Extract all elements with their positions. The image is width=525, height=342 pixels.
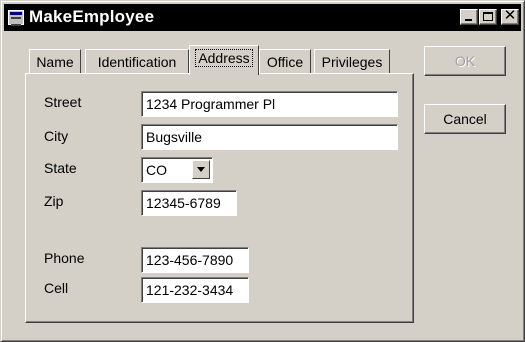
title-bar[interactable]: MakeEmployee ✕ [4,4,521,31]
city-label: City [44,128,69,144]
address-tab-panel: Street 1234 Programmer Pl City Bugsville… [25,73,414,323]
state-select-value: CO [146,162,167,178]
tab-privileges[interactable]: Privileges [314,49,390,74]
window-title: MakeEmployee [29,7,155,26]
cancel-button[interactable]: Cancel [424,104,506,134]
minimize-icon [465,19,472,21]
state-select[interactable]: CO [141,157,213,183]
tab-identification[interactable]: Identification [85,49,189,74]
minimize-button[interactable] [460,9,478,25]
close-icon: ✕ [503,7,517,24]
street-label: Street [44,94,82,110]
make-employee-window: MakeEmployee ✕ Name Identification Addre… [0,0,525,342]
state-label: State [44,160,77,176]
tab-name[interactable]: Name [29,49,81,74]
zip-label: Zip [44,193,64,209]
maximize-button[interactable] [479,9,497,25]
zip-field[interactable]: 12345-6789 [141,190,237,216]
phone-label: Phone [44,250,85,266]
maximize-icon [483,12,493,21]
app-icon [8,10,24,26]
close-button[interactable]: ✕ [501,7,519,25]
city-field[interactable]: Bugsville [141,124,398,150]
phone-field[interactable]: 123-456-7890 [141,247,249,273]
cell-field[interactable]: 121-232-3434 [141,277,249,303]
cell-label: Cell [44,280,69,296]
street-field[interactable]: 1234 Programmer Pl [141,91,398,117]
tab-address[interactable]: Address [189,45,259,75]
chevron-down-icon[interactable] [192,160,210,179]
tab-office[interactable]: Office [259,49,311,74]
ok-button[interactable]: OK [424,46,506,76]
